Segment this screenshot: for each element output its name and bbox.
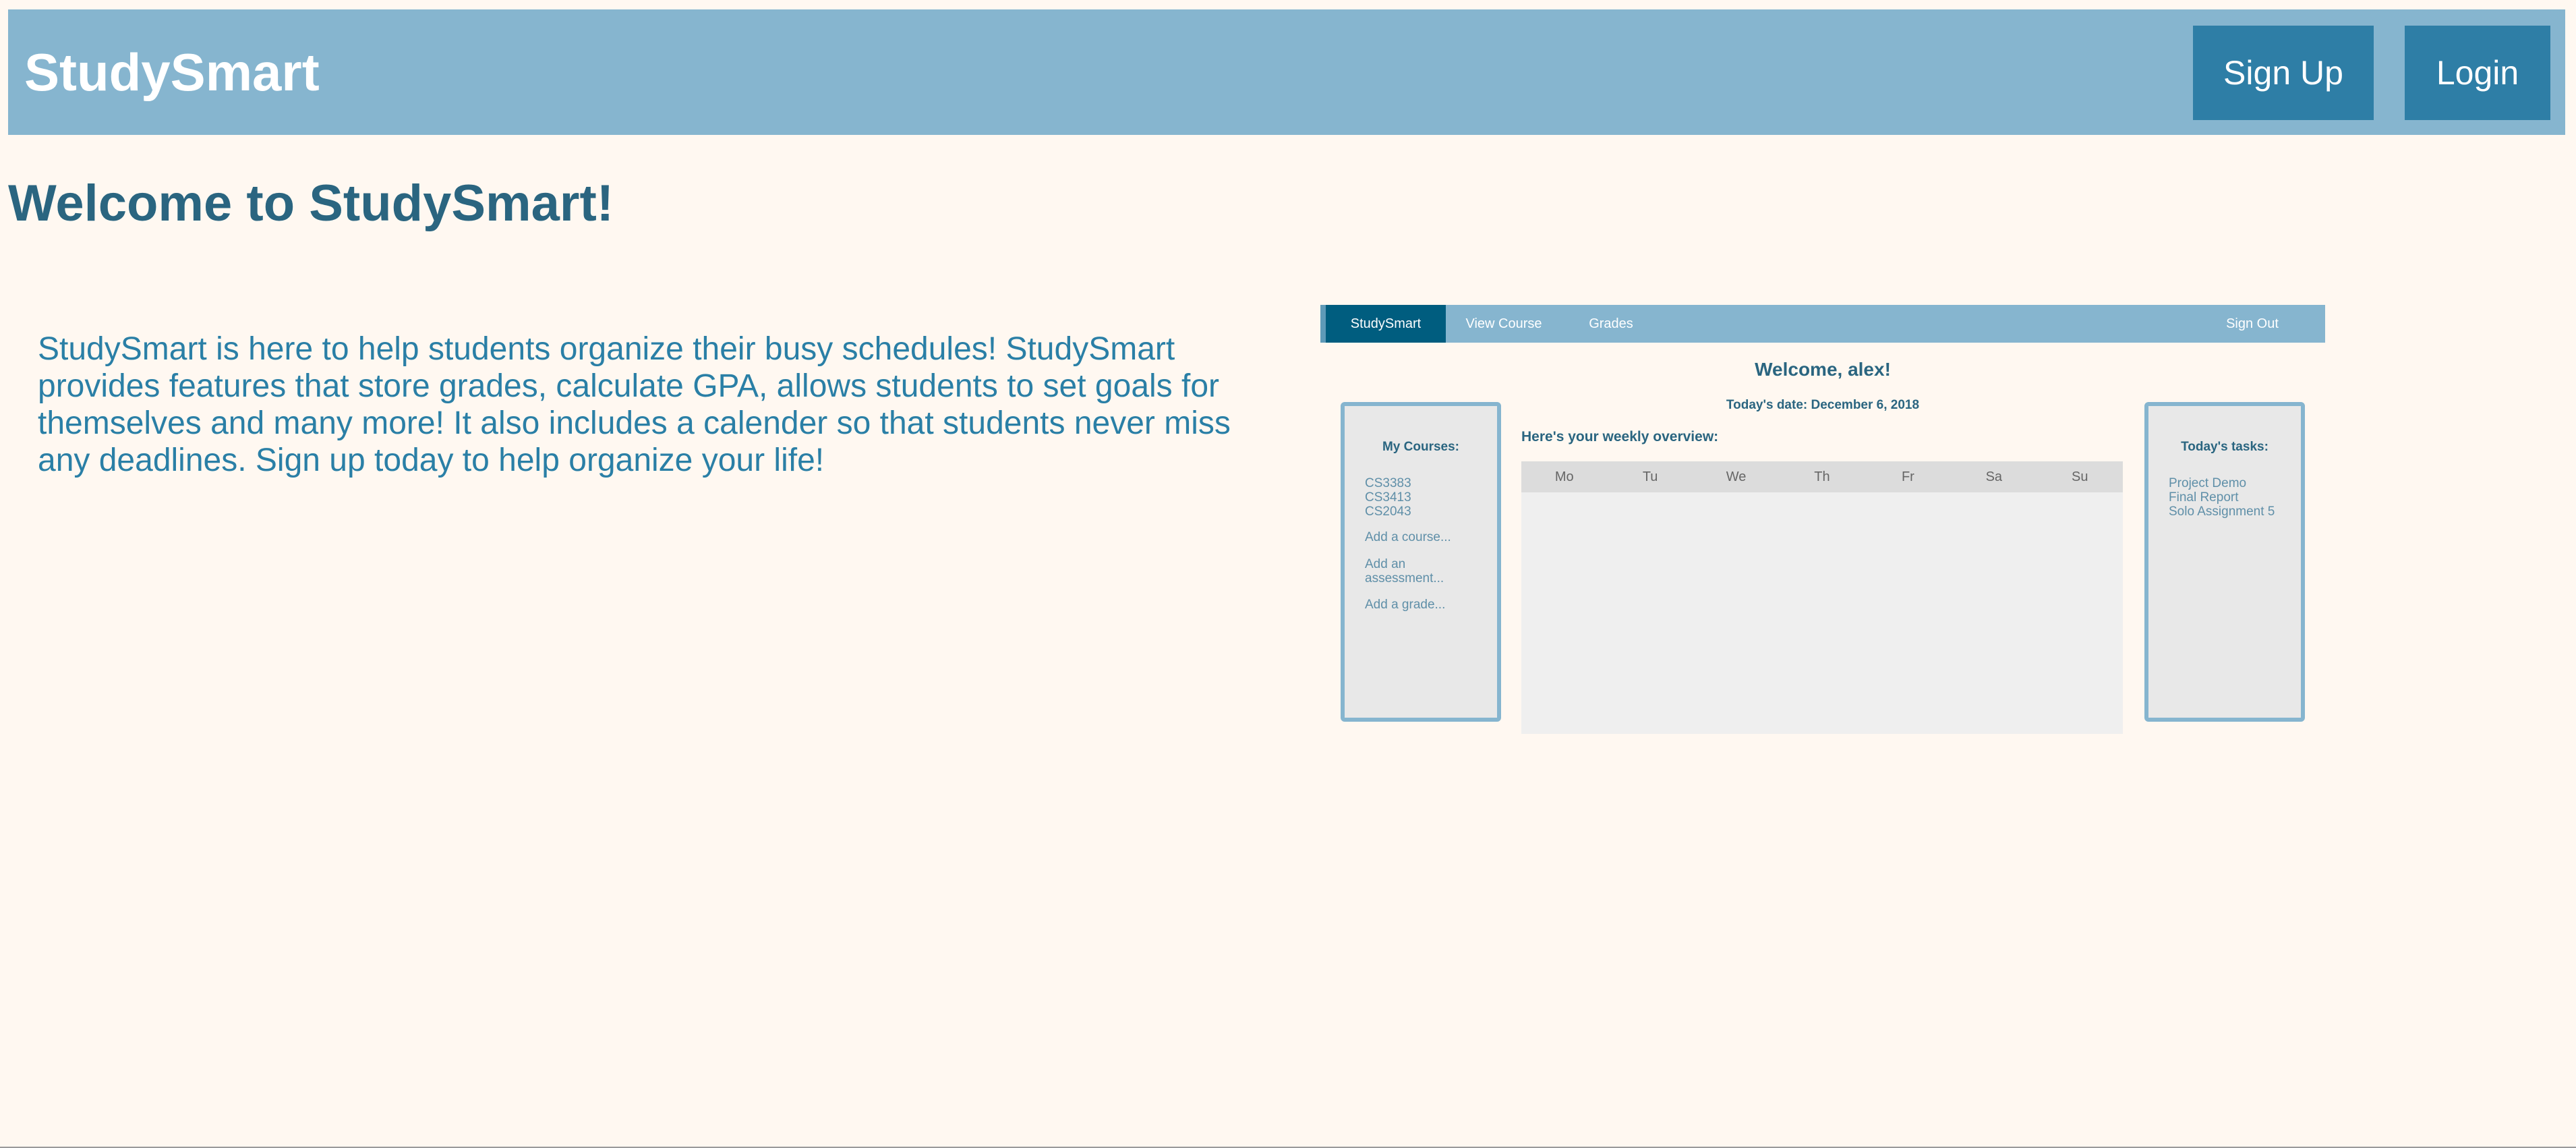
preview-nav-bar: StudySmart View Course Grades Sign Out <box>1320 305 2325 343</box>
preview-calendar-day: We <box>1726 469 1747 484</box>
page-title: Welcome to StudySmart! <box>8 175 614 232</box>
preview-task-item: Final Report <box>2169 490 2239 505</box>
header-bar: StudySmart Sign Up Login <box>8 9 2565 135</box>
preview-calendar-day: Tu <box>1642 469 1658 484</box>
preview-calendar-day: Mo <box>1554 469 1574 484</box>
preview-add-course-link: Add a course... <box>1365 530 1451 544</box>
preview-nav-accent-strip <box>1320 305 1326 343</box>
preview-tasks-title: Today's tasks: <box>2181 440 2268 454</box>
preview-task-item: Solo Assignment 5 <box>2169 505 2275 519</box>
preview-weekly-calendar: Mo Tu We Th Fr Sa Su <box>1521 461 2123 734</box>
preview-courses-panel: My Courses: CS3383 CS3413 CS2043 Add a c… <box>1341 402 1501 722</box>
brand-logo[interactable]: StudySmart <box>24 9 320 135</box>
preview-course-list: CS3383 CS3413 CS2043 <box>1365 476 1486 519</box>
preview-calendar-day: Th <box>1814 469 1830 484</box>
preview-course-item: CS2043 <box>1365 505 1411 519</box>
preview-course-item: CS3413 <box>1365 490 1411 505</box>
preview-nav-studysmart: StudySmart <box>1326 305 1446 343</box>
preview-calendar-day: Su <box>2072 469 2088 484</box>
app-preview-screenshot: StudySmart View Course Grades Sign Out W… <box>1320 305 2325 737</box>
preview-tasks-panel: Today's tasks: Project Demo Final Report… <box>2144 402 2305 722</box>
preview-calendar-header: Mo Tu We Th Fr Sa Su <box>1521 461 2123 492</box>
preview-weekly-overview-title: Here's your weekly overview: <box>1521 429 1719 444</box>
preview-add-assessment-link: Add an assessment... <box>1365 557 1444 585</box>
sign-up-button[interactable]: Sign Up <box>2193 26 2374 120</box>
preview-task-list: Project Demo Final Report Solo Assignmen… <box>2169 476 2290 519</box>
preview-calendar-day: Fr <box>1901 469 1914 484</box>
preview-course-item: CS3383 <box>1365 476 1411 490</box>
preview-welcome-text: Welcome, alex! <box>1755 359 1891 380</box>
preview-task-item: Project Demo <box>2169 476 2247 490</box>
intro-paragraph: StudySmart is here to help students orga… <box>38 331 1231 478</box>
preview-nav-sign-out: Sign Out <box>2226 316 2279 331</box>
preview-nav-grades: Grades <box>1589 316 1633 331</box>
login-button[interactable]: Login <box>2405 26 2550 120</box>
preview-add-grade-link: Add a grade... <box>1365 598 1446 612</box>
preview-calendar-day: Sa <box>1985 469 2003 484</box>
preview-nav-view-course: View Course <box>1465 316 1542 331</box>
preview-courses-title: My Courses: <box>1382 440 1460 454</box>
